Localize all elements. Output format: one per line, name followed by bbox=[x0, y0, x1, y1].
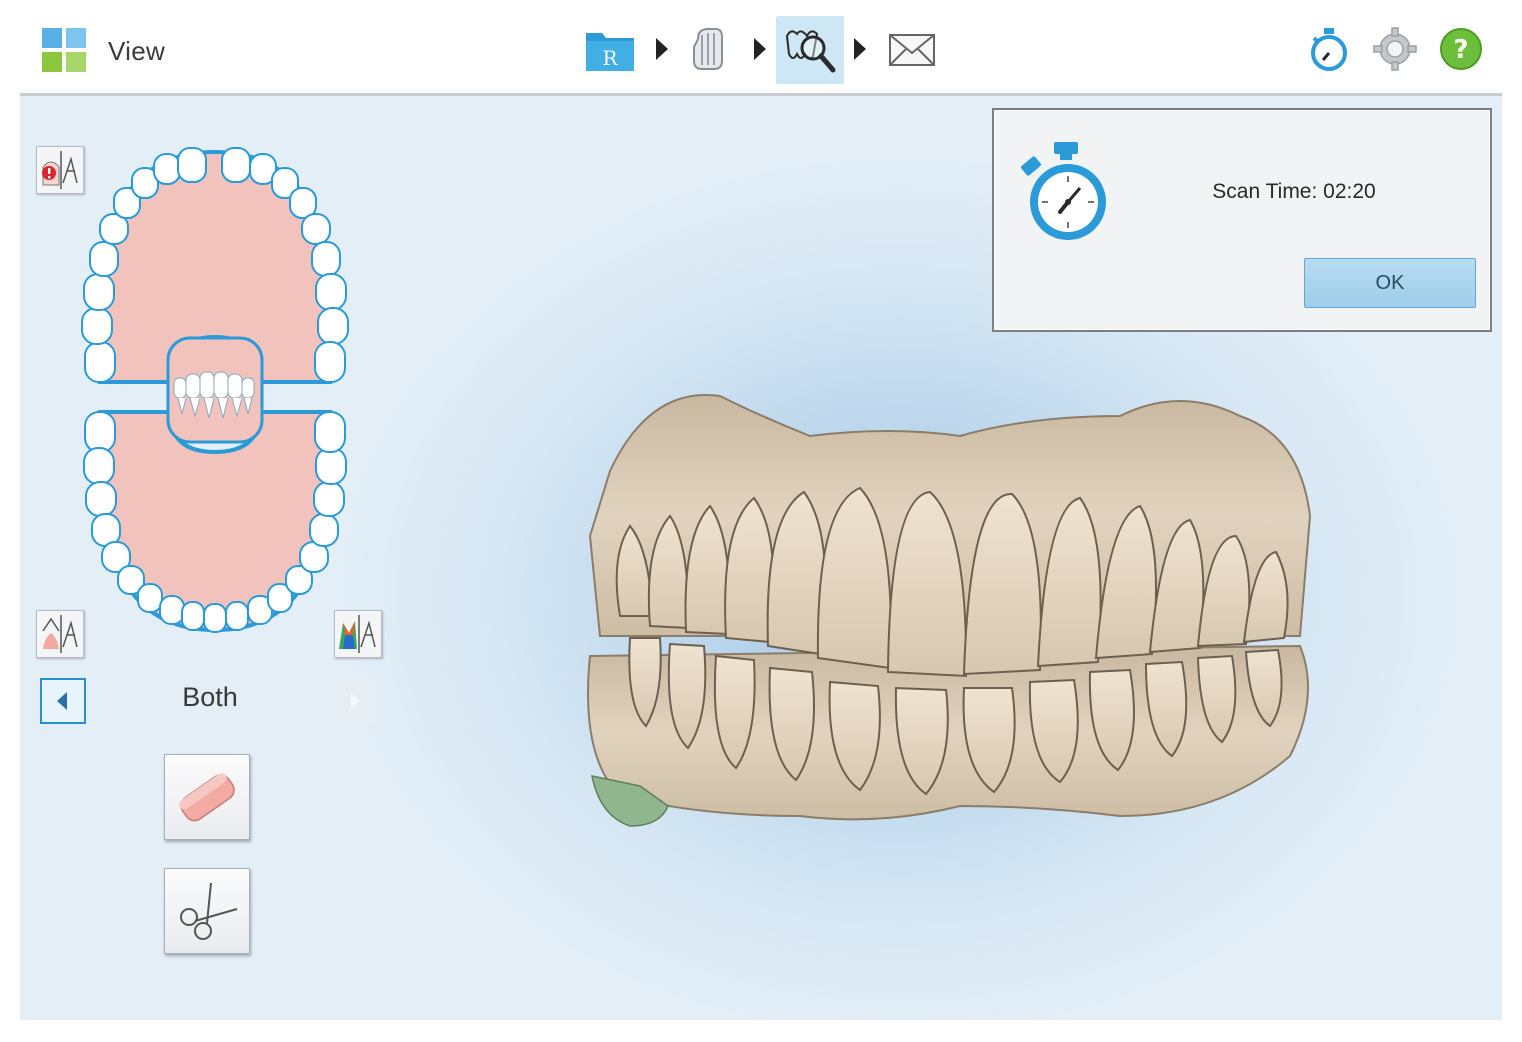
scan-icon bbox=[693, 28, 723, 70]
jaw-selector-map[interactable] bbox=[70, 142, 360, 642]
scan-time-message: Scan Time: 02:20 bbox=[1212, 180, 1376, 203]
eraser-button[interactable] bbox=[164, 754, 250, 840]
app-grid-logo-icon[interactable] bbox=[42, 28, 86, 72]
eraser-icon bbox=[179, 773, 235, 822]
top-toolbar: View R ? bbox=[20, 0, 1502, 94]
rx-folder-icon: R bbox=[586, 33, 634, 71]
dental-3d-model[interactable] bbox=[560, 376, 1320, 836]
jaw-selection-label: Both bbox=[182, 682, 238, 712]
3d-viewport[interactable]: Both Scan Time: 02:20 OK bbox=[20, 96, 1502, 1020]
color-layer-button[interactable] bbox=[334, 610, 382, 658]
workflow-step-rx[interactable]: R bbox=[582, 16, 638, 84]
workflow-step-view[interactable] bbox=[776, 16, 844, 84]
svg-text:?: ? bbox=[1453, 35, 1468, 65]
workflow-step-send[interactable] bbox=[886, 16, 938, 84]
both-jaws-selector[interactable] bbox=[166, 336, 264, 444]
chevron-right-icon bbox=[351, 693, 360, 709]
rx-folder-letter: R bbox=[602, 46, 618, 70]
page-title: View bbox=[108, 36, 166, 66]
scissors-icon bbox=[180, 882, 238, 940]
help-icon[interactable]: ? bbox=[1438, 26, 1484, 72]
stopwatch-icon bbox=[1021, 142, 1106, 240]
scan-time-dialog: Scan Time: 02:20 OK bbox=[992, 108, 1492, 332]
step-arrow bbox=[656, 38, 668, 60]
next-jaw-button[interactable] bbox=[332, 678, 378, 724]
trim-scissors-button[interactable] bbox=[164, 868, 250, 954]
ok-button[interactable]: OK bbox=[1304, 258, 1476, 308]
view-icon bbox=[785, 30, 836, 73]
step-arrow bbox=[854, 38, 866, 60]
send-icon bbox=[889, 34, 935, 66]
margin-layer-icon bbox=[42, 615, 78, 653]
previous-jaw-button[interactable] bbox=[40, 678, 86, 724]
settings-gear-icon[interactable] bbox=[1372, 26, 1418, 72]
lower-jaw[interactable] bbox=[83, 410, 347, 633]
step-arrow bbox=[754, 38, 766, 60]
margin-layer-button[interactable] bbox=[36, 610, 84, 658]
chevron-left-icon bbox=[57, 692, 67, 710]
color-layer-icon bbox=[339, 615, 376, 653]
workflow-step-scan[interactable] bbox=[684, 16, 732, 84]
stopwatch-icon[interactable] bbox=[1306, 26, 1352, 72]
